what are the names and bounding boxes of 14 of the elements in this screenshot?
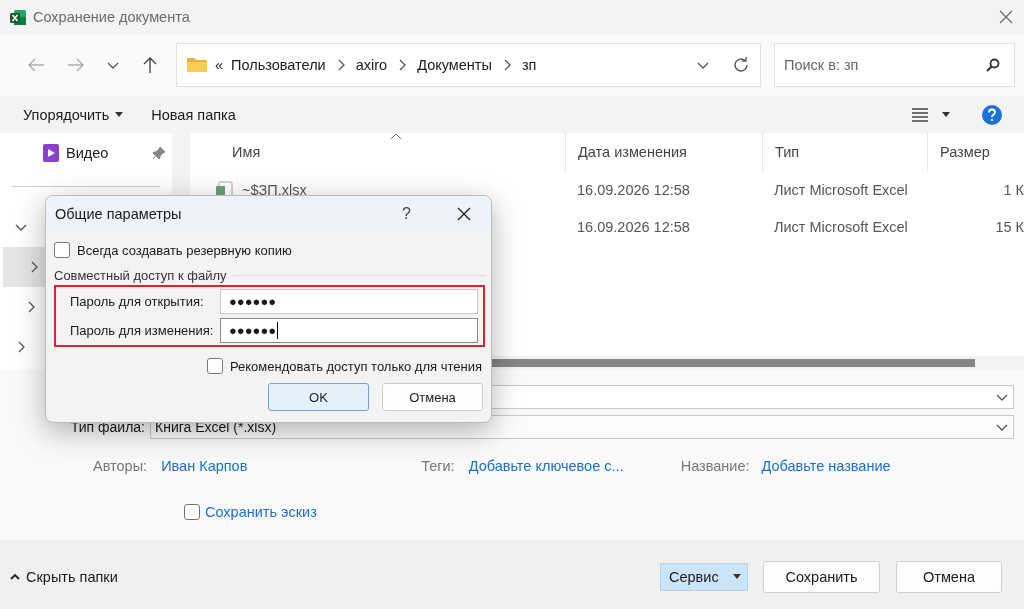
type-cell-text: Лист Microsoft Excel	[773, 218, 909, 235]
section-label: Совместный доступ к файлу	[54, 267, 227, 283]
date-cell-text: 16.09.2026 12:58	[576, 218, 691, 235]
field-label: Теги:	[421, 458, 455, 474]
dialog-title: Общие параметры	[55, 205, 183, 222]
size-cell-text: 1 К	[1002, 181, 1024, 198]
field-label: Пароль для открытия:	[69, 294, 205, 309]
date-cell-text: 16.09.2026 12:58	[576, 181, 691, 198]
type-cell-text: Лист Microsoft Excel	[773, 181, 909, 198]
field-label: Название:	[680, 458, 750, 474]
field-label: Авторы:	[93, 458, 148, 474]
field-label: Пароль для изменения:	[69, 323, 215, 338]
size-cell-text: 15 К	[994, 218, 1024, 235]
window-title: Сохранение документа	[33, 9, 190, 25]
